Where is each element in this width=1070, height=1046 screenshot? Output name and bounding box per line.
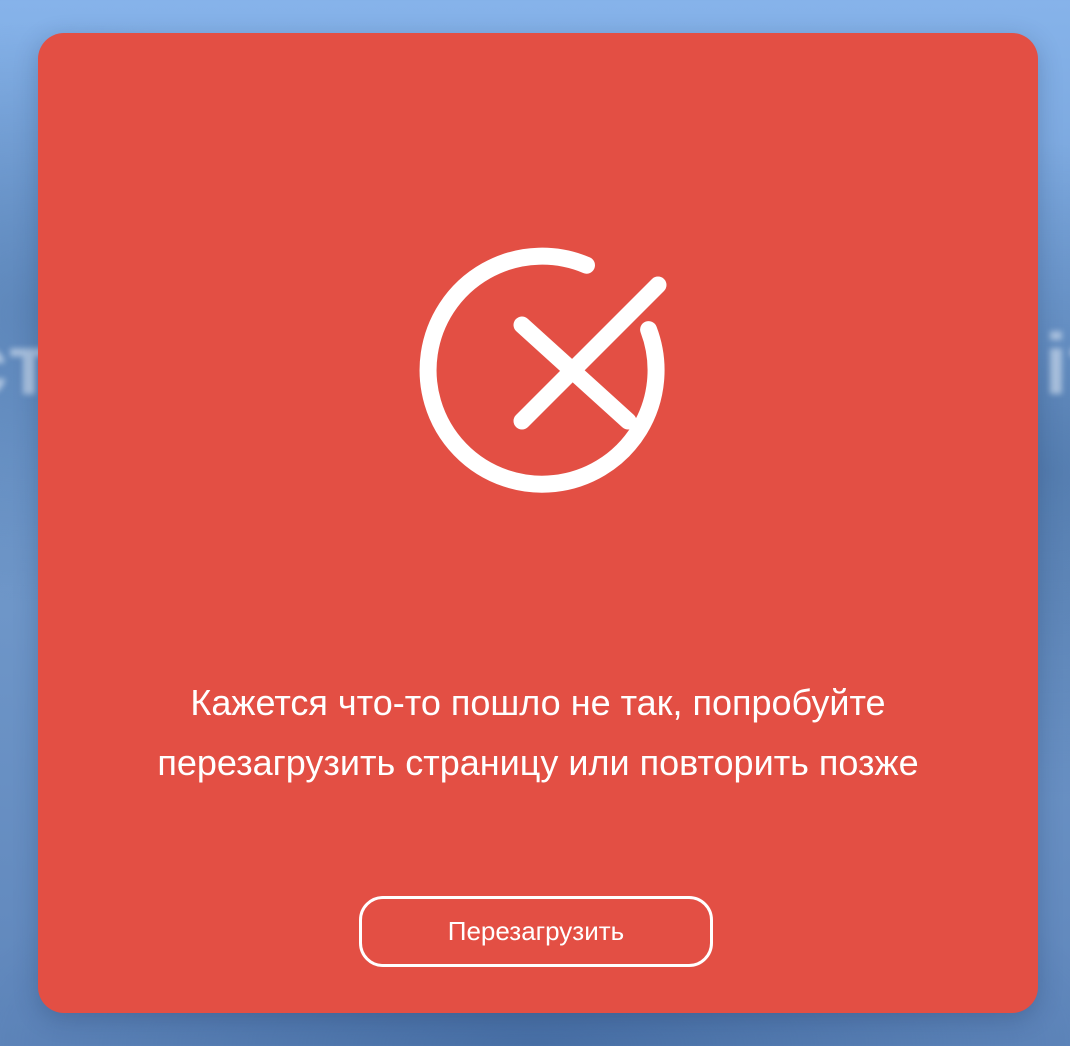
error-card: Кажется что-то пошло не так, попробуйте … (38, 33, 1038, 1013)
reload-button[interactable]: Перезагрузить (359, 896, 713, 967)
error-x-circle-icon (419, 247, 667, 493)
error-message: Кажется что-то пошло не так, попробуйте … (157, 682, 919, 783)
background-text-right: іт (1043, 317, 1070, 413)
